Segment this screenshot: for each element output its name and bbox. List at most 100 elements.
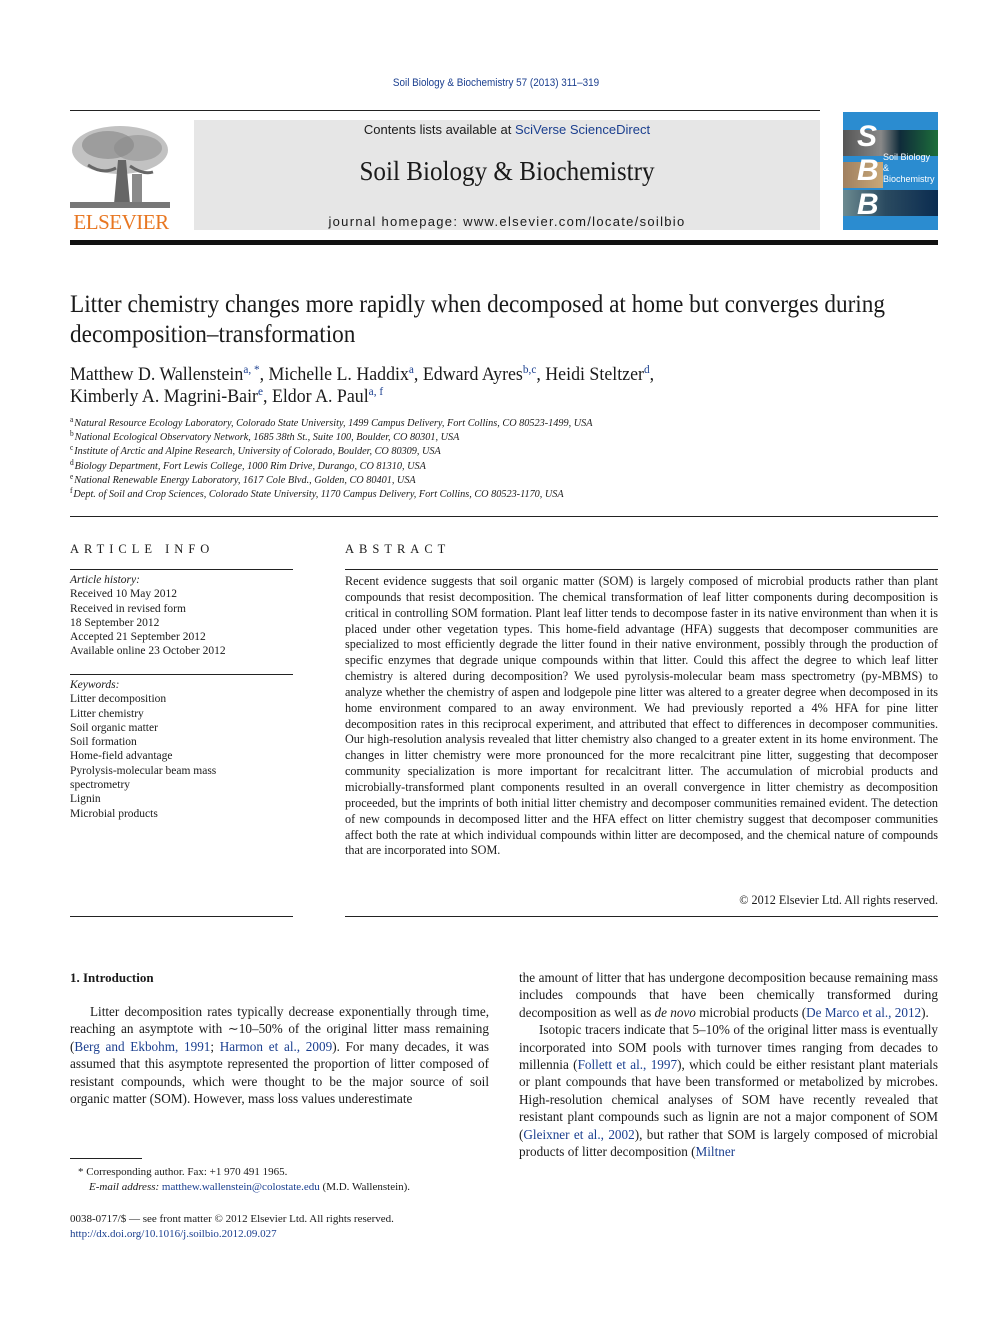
history-item: 18 September 2012: [70, 616, 160, 629]
keywords-label: Keywords:: [70, 679, 120, 691]
cover-letter: B: [857, 154, 879, 187]
divider: [70, 674, 293, 675]
keyword: Soil formation: [70, 736, 137, 749]
affiliation-text: National Ecological Observatory Network,…: [74, 431, 460, 444]
affiliation-text: National Renewable Energy Laboratory, 16…: [74, 473, 416, 486]
history-item: Available online 23 October 2012: [70, 645, 226, 658]
keyword: Lignin: [70, 793, 101, 806]
contents-line: Contents lists available at SciVerse Sci…: [194, 122, 820, 137]
body-column-left: Litter decomposition rates typically dec…: [70, 1003, 489, 1107]
abstract-copyright: © 2012 Elsevier Ltd. All rights reserved…: [739, 893, 938, 907]
author-name: Matthew D. Wallenstein: [70, 364, 244, 385]
affiliation: fDept. of Soil and Crop Sciences, Colora…: [70, 487, 721, 501]
author-name: Heidi Steltzer: [545, 364, 644, 385]
affiliation: cInstitute of Arctic and Alpine Research…: [70, 444, 721, 458]
citation-link[interactable]: Miltner: [696, 1144, 736, 1159]
sciencedirect-link[interactable]: SciVerse ScienceDirect: [515, 122, 650, 137]
keyword: Litter decomposition: [70, 693, 167, 706]
affiliation: eNational Renewable Energy Laboratory, 1…: [70, 471, 721, 487]
keyword: Microbial products: [70, 807, 158, 820]
author[interactable]: Eldor A. Paula, f: [271, 384, 383, 407]
divider: [70, 916, 293, 917]
cover-subtitle-line: Biochemistry: [883, 174, 935, 184]
history-item: Accepted 21 September 2012: [70, 631, 206, 644]
affiliation-text: Biology Department, Fort Lewis College, …: [74, 459, 426, 472]
divider: [70, 516, 938, 517]
author-name: Michelle L. Haddix: [268, 364, 409, 385]
paragraph: Litter decomposition rates typically dec…: [70, 1003, 489, 1107]
affiliation: aNatural Resource Ecology Laboratory, Co…: [70, 416, 721, 430]
footnote-corresponding: * Corresponding author. Fax: +1 970 491 …: [78, 1165, 498, 1195]
affiliation: bNational Ecological Observatory Network…: [70, 430, 721, 444]
body-column-right: the amount of litter that has undergone …: [519, 969, 938, 1160]
affiliation-text: Natural Resource Ecology Laboratory, Col…: [74, 417, 593, 429]
journal-citation[interactable]: Soil Biology & Biochemistry 57 (2013) 31…: [50, 77, 943, 89]
article-title: Litter chemistry changes more rapidly wh…: [70, 291, 886, 348]
doi-link[interactable]: http://dx.doi.org/10.1016/j.soilbio.2012…: [70, 1228, 277, 1240]
author[interactable]: Edward Ayresb,c: [422, 362, 537, 385]
history-item: Received 10 May 2012: [70, 588, 177, 601]
journal-title: Soil Biology & Biochemistry: [359, 156, 655, 186]
journal-homepage[interactable]: journal homepage: www.elsevier.com/locat…: [194, 214, 820, 229]
author[interactable]: Heidi Steltzerd: [545, 363, 649, 385]
affiliation-key: d: [70, 457, 74, 467]
cover-letter: B: [857, 188, 879, 221]
separator: ,: [259, 364, 269, 385]
divider: [70, 110, 820, 111]
email-line: E-mail address: matthew.wallenstein@colo…: [78, 1180, 498, 1195]
divider: [70, 240, 938, 245]
author-name: Kimberly A. Magrini-Bair: [70, 386, 258, 407]
tree-icon: [68, 120, 172, 210]
keyword: Litter chemistry: [70, 707, 144, 720]
citation-link[interactable]: Follett et al., 1997: [578, 1057, 678, 1072]
separator: ,: [263, 386, 272, 407]
affiliation: dBiology Department, Fort Lewis College,…: [70, 457, 721, 473]
author-affiliation-marker[interactable]: b,c: [523, 362, 536, 376]
history-item: Received in revised form: [70, 602, 186, 615]
affiliation-key: b: [70, 429, 74, 439]
front-matter: 0038-0717/$ — see front matter © 2012 El…: [70, 1212, 490, 1241]
separator: ,: [413, 364, 423, 385]
author[interactable]: Matthew D. Wallensteina, *: [70, 362, 260, 385]
cover-letter: S: [857, 120, 878, 153]
publisher-logo-text: ELSEVIER: [73, 210, 169, 234]
section-heading-introduction: 1. Introduction: [70, 970, 154, 985]
italic-text: de novo: [654, 1004, 696, 1020]
divider: [345, 916, 938, 917]
citation-link[interactable]: Harmon et al., 2009: [220, 1039, 332, 1054]
divider: [70, 569, 293, 570]
author-affiliation-marker[interactable]: a, f: [369, 384, 383, 398]
footnote-divider: [70, 1158, 142, 1159]
keyword: Pyrolysis-molecular beam mass: [70, 764, 217, 777]
author[interactable]: Kimberly A. Magrini-Baire: [70, 385, 263, 407]
affiliation-key: a: [70, 415, 74, 424]
email-suffix: (M.D. Wallenstein).: [319, 1181, 411, 1193]
keywords: Keywords: Litter decomposition Litter ch…: [70, 678, 295, 821]
text: microbial products (: [695, 1004, 807, 1020]
text: ;: [210, 1038, 220, 1054]
divider: [345, 569, 938, 570]
abstract-heading: ABSTRACT: [345, 542, 451, 556]
email-link[interactable]: matthew.wallenstein@colostate.edu: [162, 1181, 320, 1193]
author-list: Matthew D. Wallensteina, *, Michelle L. …: [70, 362, 897, 408]
keyword: spectrometry: [70, 779, 131, 792]
affiliation-text: Dept. of Soil and Crop Sciences, Colorad…: [73, 488, 564, 501]
author-affiliation-marker[interactable]: a, *: [243, 362, 259, 376]
journal-cover[interactable]: S B B Soil Biology & Biochemistry: [843, 112, 938, 230]
affiliation-key: e: [70, 471, 74, 481]
author-name: Eldor A. Paul: [271, 386, 369, 407]
separator: ,: [649, 364, 655, 385]
author[interactable]: Michelle L. Haddixa: [268, 363, 414, 385]
paragraph: the amount of litter that has undergone …: [519, 969, 938, 1021]
paragraph: Isotopic tracers indicate that 5–10% of …: [519, 1021, 938, 1160]
citation-link[interactable]: De Marco et al., 2012: [806, 1005, 921, 1020]
corresponding-author-note: * Corresponding author. Fax: +1 970 491 …: [78, 1166, 288, 1178]
affiliation-key: f: [70, 486, 73, 496]
separator: ,: [536, 364, 546, 385]
article-info-heading: ARTICLE INFO: [70, 542, 215, 556]
citation-link[interactable]: Gleixner et al., 2002: [523, 1127, 634, 1142]
article-history: Article history: Received 10 May 2012 Re…: [70, 573, 295, 659]
affiliation-key: c: [70, 443, 74, 453]
citation-link[interactable]: Berg and Ekbohm, 1991: [74, 1039, 210, 1054]
author-name: Edward Ayres: [422, 364, 523, 385]
